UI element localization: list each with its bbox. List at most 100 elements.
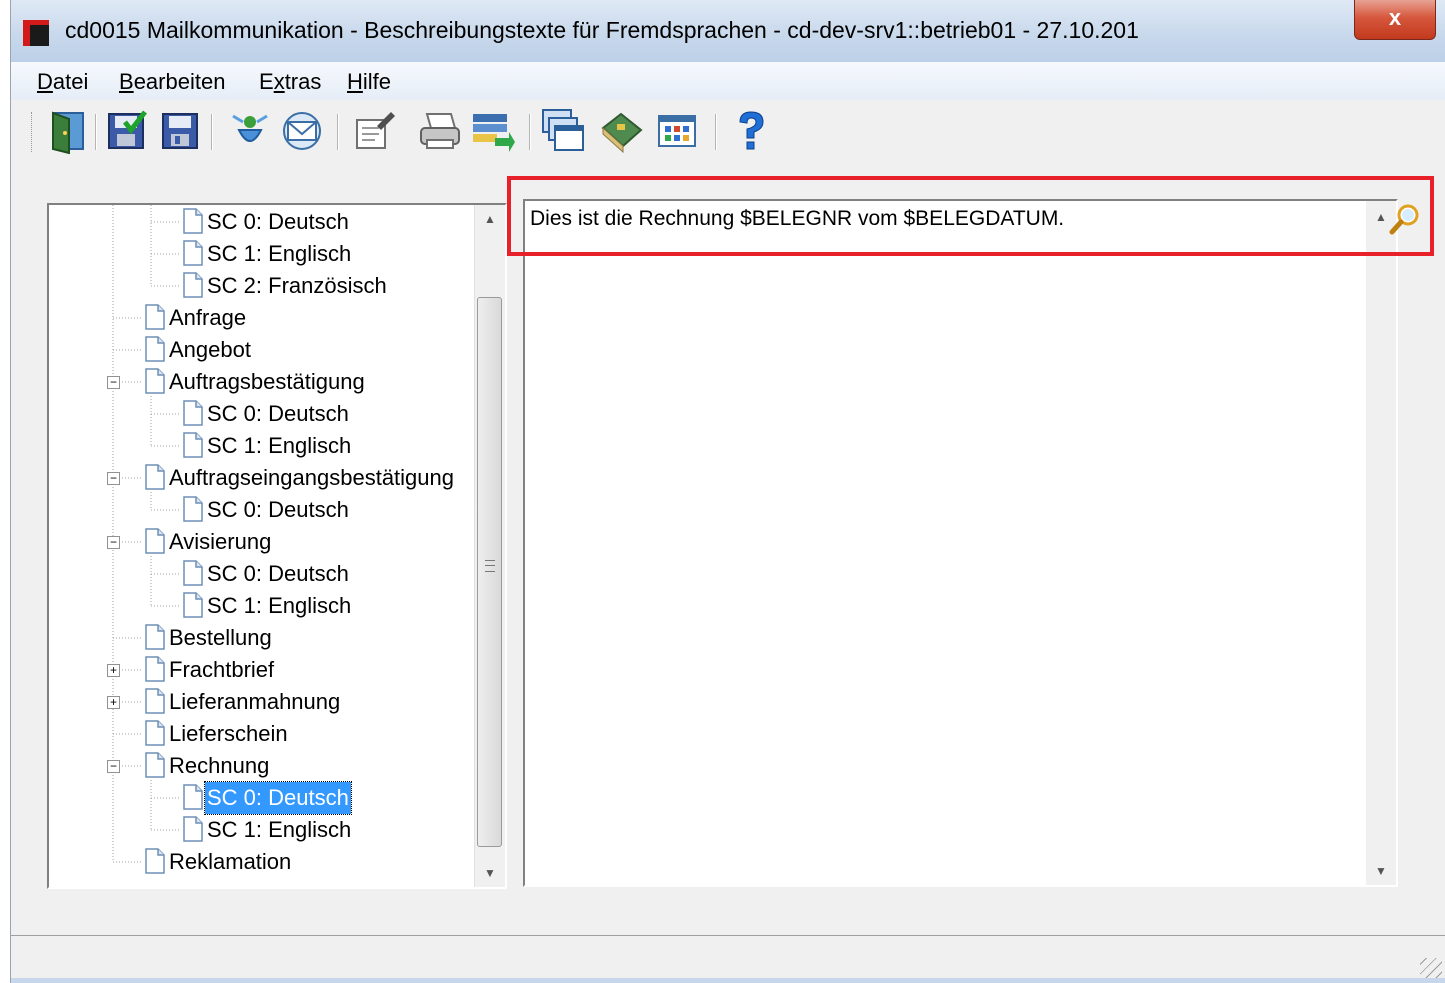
tree-item[interactable]: SC 0: Deutsch bbox=[49, 398, 479, 430]
document-icon bbox=[183, 240, 203, 266]
editor-vertical-scrollbar[interactable]: ▲ ▼ bbox=[1366, 201, 1396, 885]
tree-item[interactable]: SC 1: Englisch bbox=[49, 590, 479, 622]
tree-item[interactable]: + Lieferanmahnung bbox=[49, 686, 479, 718]
mail-envelope-icon[interactable] bbox=[279, 108, 325, 154]
menu-datei[interactable]: Datei bbox=[37, 69, 88, 95]
tree-item-label: Angebot bbox=[169, 337, 251, 362]
tree-item-label: Lieferschein bbox=[169, 721, 288, 746]
tree-item[interactable]: SC 1: Englisch bbox=[49, 430, 479, 462]
tree-item[interactable]: SC 1: Englisch bbox=[49, 238, 479, 270]
tree-item-label: SC 1: Englisch bbox=[207, 433, 352, 458]
document-icon bbox=[145, 464, 165, 490]
document-icon bbox=[145, 368, 165, 394]
document-icon bbox=[145, 336, 165, 362]
text-editor[interactable]: Dies ist die Rechnung $BELEGNR vom $BELE… bbox=[523, 199, 1398, 887]
document-icon bbox=[145, 688, 165, 714]
tree-item[interactable]: − Rechnung bbox=[49, 750, 479, 782]
document-icon bbox=[145, 656, 165, 682]
document-icon bbox=[145, 528, 165, 554]
toolbar bbox=[11, 100, 1445, 162]
book-icon[interactable] bbox=[599, 108, 645, 154]
tree-item[interactable]: Anfrage bbox=[49, 302, 479, 334]
tree-item[interactable]: Lieferschein bbox=[49, 718, 479, 750]
document-icon bbox=[183, 400, 203, 426]
toolbar-grip[interactable] bbox=[31, 112, 35, 152]
tree-item-label: Lieferanmahnung bbox=[169, 689, 341, 714]
tree-item[interactable]: − Auftragseingangsbestätigung bbox=[49, 462, 479, 494]
tree-item[interactable]: SC 2: Französisch bbox=[49, 270, 479, 302]
tree-item[interactable]: SC 1: Englisch bbox=[49, 814, 479, 846]
menu-bar: Datei Bearbeiten Extras Hilfe bbox=[11, 62, 1445, 100]
collapse-icon[interactable]: − bbox=[107, 376, 120, 389]
tree-item-label: Frachtbrief bbox=[169, 657, 275, 682]
mail-receive-icon[interactable] bbox=[227, 108, 273, 154]
tree-item-label: SC 0: Deutsch bbox=[207, 561, 349, 586]
expand-icon[interactable]: + bbox=[107, 696, 120, 709]
application-window: cd0015 Mailkommunikation - Beschreibungs… bbox=[10, 0, 1445, 983]
menu-hilfe[interactable]: Hilfe bbox=[347, 69, 391, 95]
scroll-up-arrow-icon[interactable]: ▲ bbox=[475, 205, 505, 233]
expand-icon[interactable]: + bbox=[107, 664, 120, 677]
tree-item[interactable]: Reklamation bbox=[49, 846, 479, 878]
printer-icon[interactable] bbox=[417, 108, 463, 154]
tree-item[interactable]: − Auftragsbestätigung bbox=[49, 366, 479, 398]
import-export-icon[interactable] bbox=[469, 108, 515, 154]
document-icon bbox=[145, 848, 165, 874]
document-icon bbox=[183, 560, 203, 586]
tree-item[interactable]: SC 0: Deutsch bbox=[49, 494, 479, 526]
document-icon bbox=[183, 592, 203, 618]
tree-item-label: Rechnung bbox=[169, 753, 270, 778]
category-tree[interactable]: SC 0: Deutsch SC 1: Englisch SC 2: Französ… bbox=[47, 203, 507, 889]
document-icon bbox=[183, 496, 203, 522]
tree-item-label: SC 0: Deutsch bbox=[207, 209, 349, 234]
menu-bearbeiten[interactable]: Bearbeiten bbox=[119, 69, 225, 95]
properties-icon[interactable] bbox=[351, 108, 397, 154]
tree-item-label: Avisierung bbox=[169, 529, 272, 554]
scroll-down-arrow-icon[interactable]: ▼ bbox=[475, 859, 505, 887]
help-icon[interactable] bbox=[727, 108, 773, 154]
tree-item[interactable]: Angebot bbox=[49, 334, 479, 366]
calendar-grid-icon[interactable] bbox=[653, 108, 699, 154]
tree-item[interactable]: Bestellung bbox=[49, 622, 479, 654]
window-frame-bottom bbox=[11, 978, 1445, 983]
tree-item[interactable]: SC 0: Deutsch bbox=[49, 781, 479, 815]
scroll-thumb[interactable] bbox=[477, 297, 502, 847]
tree-item-label: SC 0: Deutsch bbox=[207, 401, 349, 426]
tree-vertical-scrollbar[interactable]: ▲ ▼ bbox=[474, 205, 505, 887]
tree-item[interactable]: SC 0: Deutsch bbox=[49, 558, 479, 590]
tree-item-label: SC 0: Deutsch bbox=[207, 497, 349, 522]
tree-item[interactable]: SC 0: Deutsch bbox=[49, 206, 479, 238]
resize-grip-icon[interactable] bbox=[1420, 958, 1442, 980]
exit-door-icon[interactable] bbox=[45, 108, 91, 155]
document-icon bbox=[145, 720, 165, 746]
tree-item-label: Auftragseingangsbestätigung bbox=[169, 465, 454, 490]
close-button[interactable]: x bbox=[1354, 0, 1436, 40]
editor-content[interactable]: Dies ist die Rechnung $BELEGNR vom $BELE… bbox=[530, 207, 1064, 231]
save-check-icon[interactable] bbox=[103, 108, 149, 154]
collapse-icon[interactable]: − bbox=[107, 536, 120, 549]
toolbar-separator bbox=[95, 114, 97, 150]
document-icon bbox=[145, 304, 165, 330]
toolbar-separator bbox=[529, 114, 531, 150]
tree-item-label: SC 1: Englisch bbox=[207, 593, 352, 618]
magnifier-icon[interactable] bbox=[1389, 203, 1421, 235]
tree-item-label: Anfrage bbox=[169, 305, 247, 330]
collapse-icon[interactable]: − bbox=[107, 472, 120, 485]
tree-item-label: Auftragsbestätigung bbox=[169, 369, 365, 394]
status-bar bbox=[11, 935, 1445, 983]
scroll-grip-icon bbox=[485, 560, 495, 572]
menu-extras[interactable]: Extras bbox=[259, 69, 321, 95]
windows-icon[interactable] bbox=[541, 108, 587, 154]
tree-item-label-selected: SC 0: Deutsch bbox=[204, 781, 352, 815]
window-title: cd0015 Mailkommunikation - Beschreibungs… bbox=[65, 17, 1139, 43]
tree-item-label: Bestellung bbox=[169, 625, 272, 650]
toolbar-separator bbox=[337, 114, 339, 150]
save-icon[interactable] bbox=[157, 108, 203, 154]
scroll-down-arrow-icon[interactable]: ▼ bbox=[1366, 857, 1396, 885]
tree-item-label: SC 1: Englisch bbox=[207, 241, 352, 266]
collapse-icon[interactable]: − bbox=[107, 760, 120, 773]
document-icon bbox=[145, 624, 165, 650]
tree-item[interactable]: + Frachtbrief bbox=[49, 654, 479, 686]
document-icon bbox=[145, 752, 165, 778]
tree-item[interactable]: − Avisierung bbox=[49, 526, 479, 558]
